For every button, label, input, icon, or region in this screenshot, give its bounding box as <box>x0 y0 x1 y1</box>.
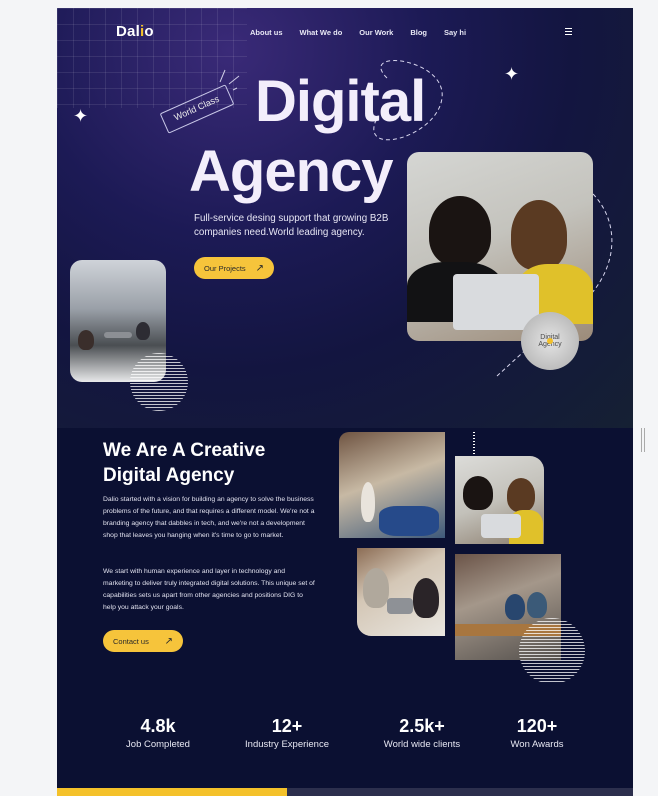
star-dot-icon <box>547 338 553 344</box>
nav-links: About us What We do Our Work Blog Say hi <box>250 28 483 37</box>
arrow-up-right-icon: ↗ <box>164 635 173 647</box>
stat-industry-experience: 12+ Industry Experience <box>245 716 329 750</box>
digital-agency-circle-badge: Digital Agency <box>521 312 579 370</box>
contact-us-button[interactable]: Contact us ↗ <box>103 630 183 652</box>
sparkle-star-icon: ✦ <box>504 64 520 84</box>
nav-link-what-we-do[interactable]: What We do <box>300 28 343 37</box>
hamburger-menu-icon[interactable] <box>565 28 573 35</box>
hero-description: Full-service desing support that growing… <box>194 213 389 238</box>
stat-won-awards: 120+ Won Awards <box>510 716 564 750</box>
striped-circle-decoration <box>130 353 188 411</box>
hero-title-line1: Digital <box>255 69 426 134</box>
top-nav: Dalio About us What We do Our Work Blog … <box>57 8 633 58</box>
high-five-meeting-photo <box>357 548 445 636</box>
scrollbar-handle[interactable] <box>641 428 645 452</box>
nav-link-about[interactable]: About us <box>250 28 283 37</box>
hero-section: Dalio About us What We do Our Work Blog … <box>57 8 633 428</box>
dotted-line-decoration <box>473 432 475 454</box>
office-team-photo <box>339 432 445 538</box>
our-projects-button[interactable]: Our Projects ↗ <box>194 257 274 279</box>
stats-row: 4.8k Job Completed 12+ Industry Experien… <box>103 716 603 756</box>
nav-link-say-hi[interactable]: Say hi <box>444 28 466 37</box>
stat-jobs-completed: 4.8k Job Completed <box>126 716 190 750</box>
nav-link-blog[interactable]: Blog <box>410 28 427 37</box>
about-paragraph-1: Dalio started with a vision for building… <box>103 496 315 539</box>
stat-worldwide-clients: 2.5k+ World wide clients <box>383 716 461 750</box>
footer-bar <box>287 788 633 796</box>
arrow-up-right-icon: ↗ <box>255 262 264 274</box>
page-frame: Dalio About us What We do Our Work Blog … <box>57 8 633 796</box>
about-paragraph-2: We start with human experience and layer… <box>103 568 315 611</box>
sparkle-star-icon: ✦ <box>73 106 89 126</box>
two-women-laptop-thumb <box>455 456 544 544</box>
about-section: We Are A Creative Digital Agency Dalio s… <box>57 428 633 796</box>
about-title: We Are A Creative Digital Agency <box>103 440 266 486</box>
striped-circle-decoration <box>519 618 585 684</box>
nav-link-our-work[interactable]: Our Work <box>359 28 393 37</box>
hero-title-line2: Agency <box>189 139 394 204</box>
two-women-laptop-photo <box>407 152 593 341</box>
footer-accent-bar <box>57 788 287 796</box>
brand-logo[interactable]: Dalio <box>116 23 154 40</box>
